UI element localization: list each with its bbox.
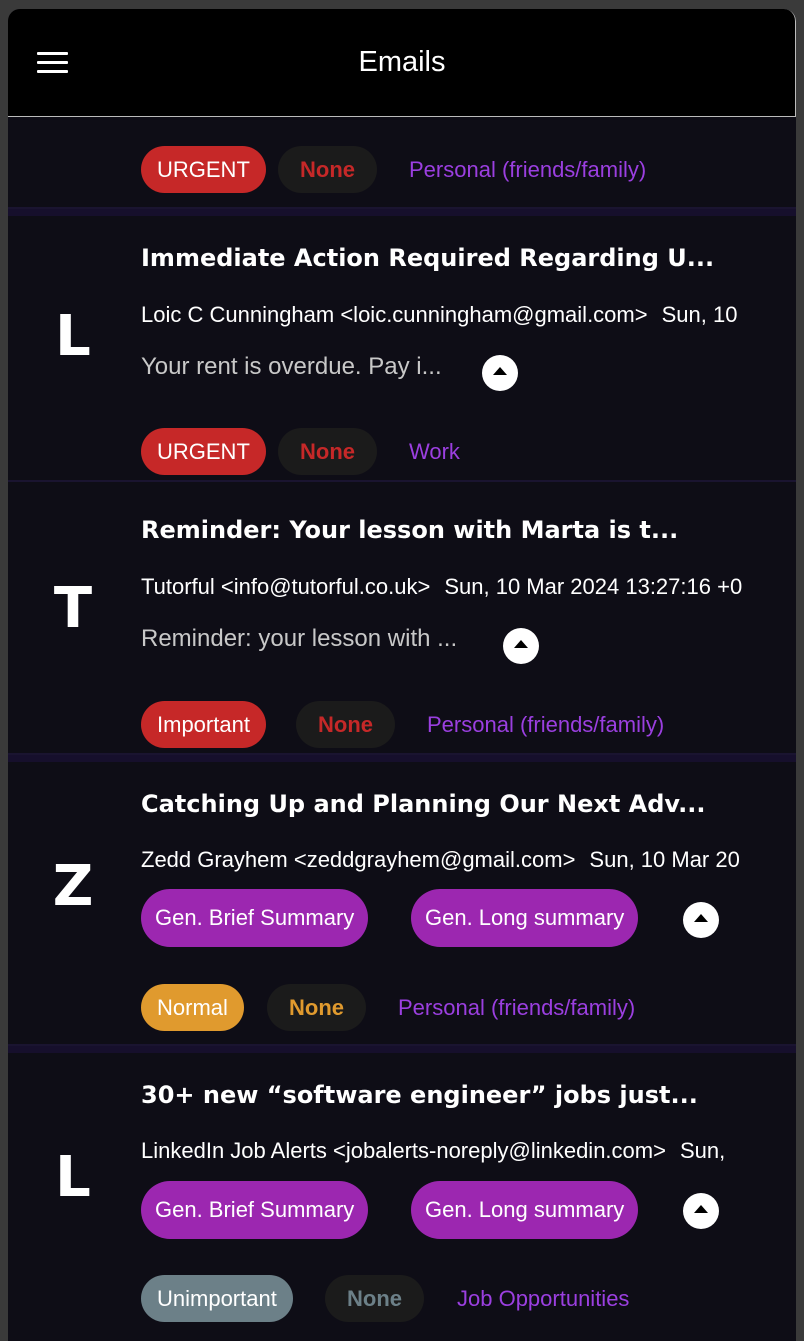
avatar: T <box>53 576 93 641</box>
priority-badge: Unimportant <box>141 1275 293 1322</box>
tag-badge: None <box>278 146 377 193</box>
email-subject: Reminder: Your lesson with Marta is t... <box>141 516 679 544</box>
email-card[interactable]: Z Catching Up and Planning Our Next Adv.… <box>8 762 796 1046</box>
email-date: Sun, 10 <box>661 302 738 327</box>
expand-toggle-icon[interactable] <box>482 355 518 391</box>
email-card[interactable]: T Reminder: Your lesson with Marta is t.… <box>8 482 796 755</box>
tag-badge: None <box>296 701 395 748</box>
generate-brief-summary-button[interactable]: Gen. Brief Summary <box>141 1181 369 1239</box>
generate-long-summary-button[interactable]: Gen. Long summary <box>411 889 639 947</box>
email-date: Sun, <box>679 1138 726 1163</box>
sender-address: Loic C Cunningham <loic.cunningham@gmail… <box>141 302 648 327</box>
card-separator <box>8 209 796 216</box>
email-card[interactable]: L Immediate Action Required Regarding U.… <box>8 216 796 482</box>
priority-badge: URGENT <box>141 428 266 475</box>
email-preview: Reminder: your lesson with ... <box>141 625 458 652</box>
email-card[interactable]: L 30+ new “software engineer” jobs just.… <box>8 1053 796 1341</box>
expand-toggle-icon[interactable] <box>683 1193 719 1229</box>
tag-badge: None <box>267 984 366 1031</box>
email-subject: 30+ new “software engineer” jobs just... <box>141 1081 698 1109</box>
page-title: Emails <box>358 46 446 78</box>
email-date: Sun, 10 Mar 20 <box>589 847 740 872</box>
category-label: Job Opportunities <box>457 1286 630 1311</box>
avatar: L <box>55 304 91 369</box>
email-sender: Loic C Cunningham <loic.cunningham@gmail… <box>141 302 796 328</box>
email-subject: Catching Up and Planning Our Next Adv... <box>141 790 706 818</box>
email-sender: LinkedIn Job Alerts <jobalerts-noreply@l… <box>141 1138 796 1164</box>
generate-long-summary-button[interactable]: Gen. Long summary <box>411 1181 639 1239</box>
sender-address: Zedd Grayhem <zeddgrayhem@gmail.com> <box>141 847 576 872</box>
email-card-partial[interactable]: URGENT None Personal (friends/family) <box>8 117 796 209</box>
category-label: Work <box>409 439 460 464</box>
email-sender: Zedd Grayhem <zeddgrayhem@gmail.com> Sun,… <box>141 847 796 873</box>
category-label: Personal (friends/family) <box>427 712 665 737</box>
category-label: Personal (friends/family) <box>409 157 647 182</box>
app-bar: Emails <box>8 9 796 117</box>
tag-badge: None <box>325 1275 424 1322</box>
category-label: Personal (friends/family) <box>398 995 636 1020</box>
sender-address: Tutorful <info@tutorful.co.uk> <box>141 574 431 599</box>
email-subject: Immediate Action Required Regarding U... <box>141 244 715 272</box>
sender-address: LinkedIn Job Alerts <jobalerts-noreply@l… <box>141 1138 666 1163</box>
avatar: Z <box>52 854 94 919</box>
priority-badge: URGENT <box>141 146 266 193</box>
email-preview: Your rent is overdue. Pay i... <box>141 353 442 380</box>
app-window: Emails URGENT None Personal (friends/fam… <box>8 9 796 1341</box>
card-separator <box>8 1046 796 1053</box>
avatar: L <box>55 1145 91 1210</box>
priority-badge: Normal <box>141 984 244 1031</box>
email-sender: Tutorful <info@tutorful.co.uk> Sun, 10 Ma… <box>141 574 796 600</box>
expand-toggle-icon[interactable] <box>503 628 539 664</box>
priority-badge: Important <box>141 701 266 748</box>
expand-toggle-icon[interactable] <box>683 902 719 938</box>
email-date: Sun, 10 Mar 2024 13:27:16 +0 <box>444 574 743 599</box>
card-separator <box>8 755 796 762</box>
tag-badge: None <box>278 428 377 475</box>
generate-brief-summary-button[interactable]: Gen. Brief Summary <box>141 889 369 947</box>
